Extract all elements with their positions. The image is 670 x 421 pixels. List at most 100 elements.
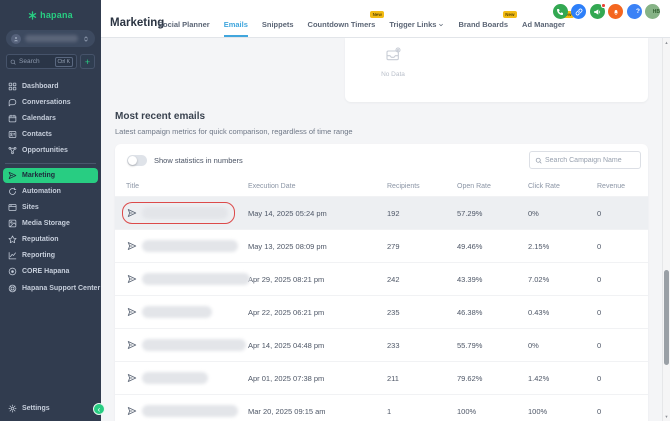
show-statistics-toggle[interactable] xyxy=(127,155,147,166)
scrollbar-thumb[interactable] xyxy=(664,270,669,365)
notifications-button[interactable] xyxy=(608,4,623,19)
nav-label: Marketing xyxy=(22,172,55,179)
sidebar-collapse-button[interactable]: ‹ xyxy=(93,403,105,415)
sidebar-item-opportunities[interactable]: Opportunities xyxy=(0,143,101,159)
execution-date-cell: Apr 01, 2025 07:38 pm xyxy=(248,374,387,383)
toggle-label: Show statistics in numbers xyxy=(154,156,243,165)
nav-label: Media Storage xyxy=(22,220,70,227)
table-row[interactable]: May 14, 2025 05:24 pm 192 57.29% 0% 0 xyxy=(115,196,648,229)
scroll-up-arrow[interactable]: ▲ xyxy=(663,40,670,45)
section-subtitle: Latest campaign metrics for quick compar… xyxy=(115,127,648,136)
click-rate-cell: 100% xyxy=(528,407,597,416)
button-glyph: ? xyxy=(636,8,640,15)
sidebar-item-support-center[interactable]: Hapana Support Center xyxy=(0,280,101,296)
user-avatar[interactable]: HB xyxy=(645,4,660,19)
avatar xyxy=(645,8,653,16)
megaphone-icon xyxy=(593,8,601,16)
table-row[interactable]: Apr 14, 2025 04:48 pm 233 55.79% 0% 0 xyxy=(115,328,648,361)
execution-date-cell: Apr 22, 2025 06:21 pm xyxy=(248,308,387,317)
annotation-box xyxy=(122,235,245,257)
tab-snippets[interactable]: Snippets xyxy=(262,20,294,37)
revenue-cell: 0 xyxy=(597,341,648,350)
click-rate-cell: 0.43% xyxy=(528,308,597,317)
send-icon xyxy=(127,241,137,251)
table-row[interactable]: Mar 20, 2025 09:15 am 1 100% 100% 0 xyxy=(115,394,648,421)
scroll-down-arrow[interactable]: ▼ xyxy=(663,414,670,419)
sidebar-item-dashboard[interactable]: Dashboard xyxy=(0,78,101,94)
sidebar-item-contacts[interactable]: Contacts xyxy=(0,127,101,143)
person-icon xyxy=(13,36,19,42)
settings-label: Settings xyxy=(22,405,50,412)
help-button[interactable]: ? xyxy=(627,4,642,19)
nav-label: Opportunities xyxy=(22,147,68,154)
quick-add-button[interactable]: + xyxy=(80,54,95,69)
empty-state: No Data xyxy=(361,47,425,78)
opportunities-icon xyxy=(8,146,17,155)
phone-button[interactable] xyxy=(553,4,568,19)
send-icon xyxy=(127,307,137,317)
recipients-cell: 235 xyxy=(387,308,457,317)
sidebar-item-settings[interactable]: Settings xyxy=(8,404,50,413)
nav-label: Conversations xyxy=(22,99,71,106)
vertical-scrollbar[interactable]: ▲ ▼ xyxy=(662,38,670,421)
redacted-campaign-title xyxy=(142,339,246,351)
tab-trigger-links[interactable]: Trigger Links xyxy=(389,20,444,37)
no-data-label: No Data xyxy=(361,71,425,78)
nav-label: Automation xyxy=(22,188,61,195)
table-row[interactable]: Apr 29, 2025 08:21 pm 242 43.39% 7.02% 0 xyxy=(115,262,648,295)
sidebar-item-core-hapana[interactable]: CORE Hapana xyxy=(0,264,101,280)
link-button[interactable] xyxy=(571,4,586,19)
link-icon xyxy=(575,8,583,16)
annotation-box xyxy=(122,268,257,290)
tab-label: Brand Boards xyxy=(458,20,508,29)
campaign-search-input[interactable] xyxy=(545,157,635,164)
account-selector[interactable] xyxy=(6,30,95,47)
revenue-cell: 0 xyxy=(597,275,648,284)
app-window: hapana Search Ctrl K + Dashboard Convers… xyxy=(0,0,670,421)
redacted-campaign-title xyxy=(142,306,212,318)
click-rate-cell: 2.15% xyxy=(528,242,597,251)
account-avatar xyxy=(11,34,21,44)
table-row[interactable]: Apr 01, 2025 07:38 pm 211 79.62% 1.42% 0 xyxy=(115,361,648,394)
sidebar-item-reputation[interactable]: Reputation xyxy=(0,232,101,248)
table-row[interactable]: May 13, 2025 08:09 pm 279 49.46% 2.15% 0 xyxy=(115,229,648,262)
browser-icon xyxy=(8,203,17,212)
tab-social-planner[interactable]: Social Planner xyxy=(158,20,210,37)
sidebar-item-automation[interactable]: Automation xyxy=(0,183,101,199)
send-icon xyxy=(127,208,137,218)
phone-icon xyxy=(556,8,564,16)
redacted-campaign-title xyxy=(142,405,238,417)
tab-label: Social Planner xyxy=(158,20,210,29)
tab-ad-manager[interactable]: Ad Manager New xyxy=(522,20,565,37)
table-row[interactable]: Apr 22, 2025 06:21 pm 235 46.38% 0.43% 0 xyxy=(115,295,648,328)
send-icon xyxy=(127,274,137,284)
toggle-knob xyxy=(128,156,137,165)
nav-label: Sites xyxy=(22,204,39,211)
sidebar-item-reporting[interactable]: Reporting xyxy=(0,248,101,264)
open-rate-cell: 46.38% xyxy=(457,308,528,317)
search-icon xyxy=(535,157,542,164)
tab-emails[interactable]: Emails xyxy=(224,20,248,37)
star-icon xyxy=(8,235,17,244)
tab-countdown-timers[interactable]: Countdown Timers New xyxy=(308,20,376,37)
main-content: No Data Most recent emails Latest campai… xyxy=(101,38,662,421)
button-glyph: HB xyxy=(653,9,660,15)
sidebar-item-media-storage[interactable]: Media Storage xyxy=(0,215,101,231)
sidebar-item-conversations[interactable]: Conversations xyxy=(0,94,101,110)
dashboard-icon xyxy=(8,82,17,91)
sidebar-item-marketing[interactable]: Marketing xyxy=(3,168,98,183)
open-rate-cell: 79.62% xyxy=(457,374,528,383)
sidebar-item-calendars[interactable]: Calendars xyxy=(0,110,101,126)
nav-label: Reporting xyxy=(22,252,55,259)
announcements-button[interactable] xyxy=(590,4,605,19)
chat-icon xyxy=(8,98,17,107)
nav-label: Hapana Support Center xyxy=(22,285,100,292)
redacted-campaign-title xyxy=(142,240,238,252)
sidebar-search-input[interactable]: Search Ctrl K xyxy=(6,54,77,69)
sidebar-item-sites[interactable]: Sites xyxy=(0,199,101,215)
tab-brand-boards[interactable]: Brand Boards New xyxy=(458,20,508,37)
hapana-flower-icon xyxy=(28,11,37,20)
tab-label: Countdown Timers xyxy=(308,20,376,29)
chevron-updown-icon xyxy=(82,35,90,43)
automation-icon xyxy=(8,187,17,196)
